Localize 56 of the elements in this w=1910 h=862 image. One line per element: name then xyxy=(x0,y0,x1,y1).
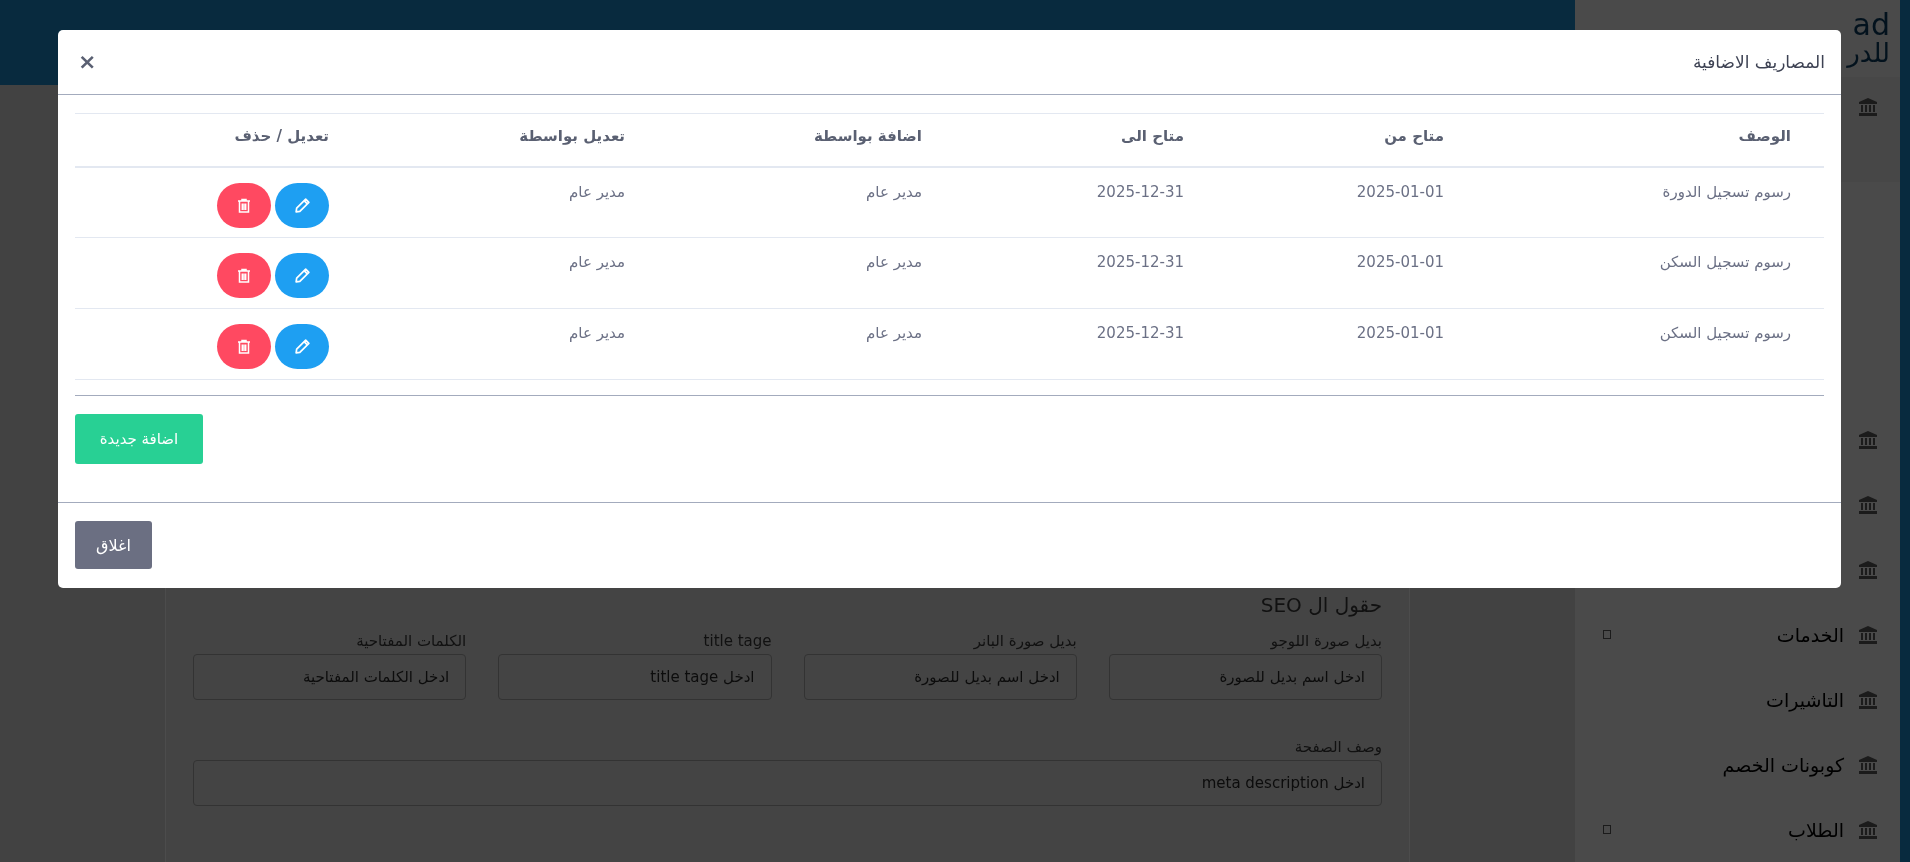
bank-icon xyxy=(1858,819,1878,840)
table-cell: 2025-01-01 xyxy=(1198,166,1458,238)
add-button[interactable]: اضافة جديدة xyxy=(75,414,203,464)
table-cell: 2025-12-31 xyxy=(936,308,1198,380)
trash-icon xyxy=(236,196,252,214)
input-field[interactable]: ادخل title tage xyxy=(498,654,772,700)
input-field[interactable]: ادخل الكلمات المفتاحية xyxy=(193,654,467,700)
input-field[interactable]: ادخل meta description xyxy=(193,760,1382,806)
bank-icon xyxy=(1858,559,1878,580)
delete-button[interactable] xyxy=(217,324,271,369)
column-header: تعديل / حذف xyxy=(75,113,343,167)
column-header: اضافة بواسطة xyxy=(639,113,936,167)
modal-title: المصاريف الاضافية xyxy=(1693,52,1825,72)
close-button[interactable]: اغلاق xyxy=(75,521,152,569)
edit-button[interactable] xyxy=(275,324,329,369)
table-cell: مدير عام xyxy=(639,308,936,380)
column-header: متاح من xyxy=(1198,113,1458,167)
table-cell: مدير عام xyxy=(343,237,639,309)
edit-button[interactable] xyxy=(275,182,329,228)
table-cell: رسوم تسجيل الدورة xyxy=(1458,166,1824,238)
sidebar-item[interactable]: الخدمات xyxy=(1625,623,1844,646)
pencil-icon xyxy=(293,267,311,284)
table-cell: مدير عام xyxy=(639,166,936,238)
bank-icon xyxy=(1858,754,1878,775)
trash-icon xyxy=(236,267,252,284)
pencil-icon xyxy=(293,338,311,355)
bank-icon xyxy=(1858,96,1878,117)
bank-icon xyxy=(1858,624,1878,645)
table-cell: مدير عام xyxy=(639,237,936,309)
column-header: متاح الى xyxy=(936,113,1198,167)
logo-text: للدر xyxy=(1847,40,1890,67)
delete-button[interactable] xyxy=(217,253,271,298)
sidebar-item[interactable]: الطلاب xyxy=(1625,818,1844,841)
edit-button[interactable] xyxy=(275,253,329,298)
bank-icon xyxy=(1858,494,1878,515)
trash-icon xyxy=(236,338,252,355)
table-cell: 2025-01-01 xyxy=(1198,237,1458,309)
delete-button[interactable] xyxy=(217,182,271,228)
bank-icon xyxy=(1858,689,1878,710)
column-header: تعديل بواسطة xyxy=(343,113,639,167)
input-field[interactable]: ادخل اسم بديل للصورة xyxy=(803,654,1077,700)
table-cell: رسوم تسجيل السكن xyxy=(1458,237,1824,309)
column-header: الوصف xyxy=(1458,113,1824,167)
table-cell: 2025-12-31 xyxy=(936,237,1198,309)
input-field[interactable]: ادخل اسم بديل للصورة xyxy=(1108,654,1382,700)
bank-icon xyxy=(1858,429,1878,450)
table-cell: مدير عام xyxy=(343,308,639,380)
logo-text: ad xyxy=(1852,10,1890,41)
sidebar-item[interactable]: التاشيرات xyxy=(1603,688,1844,711)
close-button[interactable]: × xyxy=(76,51,99,73)
pencil-icon xyxy=(293,196,311,214)
table-cell: 2025-01-01 xyxy=(1198,308,1458,380)
sidebar-item[interactable]: كوبونات الخصم xyxy=(1603,753,1844,776)
table-cell: رسوم تسجيل السكن xyxy=(1458,308,1824,380)
table-cell: 2025-12-31 xyxy=(936,166,1198,238)
table-cell: مدير عام xyxy=(343,166,639,238)
